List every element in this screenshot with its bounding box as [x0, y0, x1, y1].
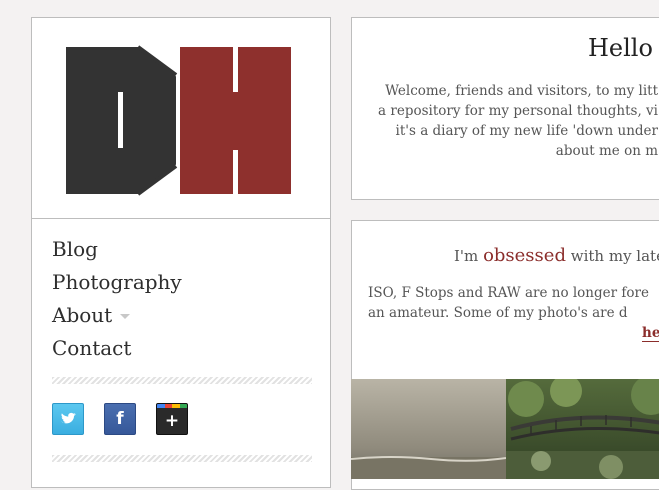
welcome-line: a repository for my personal thoughts, v… [378, 103, 658, 119]
nav-item-label: Blog [52, 237, 98, 261]
logo-h-slot-top [233, 47, 238, 92]
facebook-button[interactable]: f [104, 403, 136, 435]
google-plus-button[interactable]: + [156, 403, 188, 435]
main-nav: Blog Photography About Contact [52, 233, 182, 365]
beach-photo [351, 379, 507, 479]
logo-h-slot-bottom [233, 150, 238, 194]
photography-text: ISO, F Stops and RAW are no longer fore … [368, 283, 659, 343]
twitter-button[interactable] [52, 403, 84, 435]
obsessed-heading: I'm obsessed with my late [454, 245, 659, 266]
nav-item-label: Contact [52, 336, 132, 360]
logo-panel [31, 17, 331, 219]
logo-d-slot [118, 92, 123, 148]
photography-panel: I'm obsessed with my late ISO, F Stops a… [351, 220, 659, 490]
photography-line: an amateur. Some of my photo's are d [368, 303, 659, 323]
nav-item-label: Photography [52, 270, 182, 294]
divider [52, 377, 312, 384]
nav-item-photography[interactable]: Photography [52, 266, 182, 299]
obsessed-rest: with my late [570, 247, 659, 265]
site-logo[interactable] [32, 18, 332, 220]
photography-line-text: an amateur. Some of my photo's are d [368, 305, 628, 321]
welcome-line: about me on m [555, 143, 658, 159]
photography-link-row: he [368, 323, 659, 343]
google-stripe-red [164, 404, 172, 408]
welcome-line: it's a diary of my new life 'down under [395, 123, 658, 139]
divider [52, 455, 312, 462]
hello-panel: Hello T Welcome, friends and visitors, t… [351, 17, 659, 200]
chevron-down-icon [120, 314, 131, 319]
google-plus-icon: + [164, 411, 180, 431]
photo-strip[interactable] [351, 379, 659, 479]
photography-link[interactable]: he [642, 325, 659, 342]
nav-item-contact[interactable]: Contact [52, 332, 182, 365]
obsessed-intro: I'm [454, 247, 479, 265]
bridge-photo [506, 379, 659, 479]
twitter-icon [61, 412, 76, 424]
nav-item-about[interactable]: About [52, 299, 182, 332]
google-stripe-yellow [172, 404, 180, 408]
welcome-line: Welcome, friends and visitors, to my lit… [385, 83, 658, 99]
welcome-text: Welcome, friends and visitors, to my lit… [358, 81, 658, 161]
facebook-icon: f [116, 409, 124, 429]
google-stripe-blue [157, 404, 165, 408]
hello-title: Hello T [588, 34, 659, 62]
nav-item-label: About [52, 303, 113, 327]
nav-item-blog[interactable]: Blog [52, 233, 182, 266]
nav-panel: Blog Photography About Contact f + [31, 218, 331, 488]
google-stripe-green [179, 404, 187, 408]
photography-line: ISO, F Stops and RAW are no longer fore [368, 285, 649, 301]
obsessed-highlight: obsessed [483, 245, 566, 266]
